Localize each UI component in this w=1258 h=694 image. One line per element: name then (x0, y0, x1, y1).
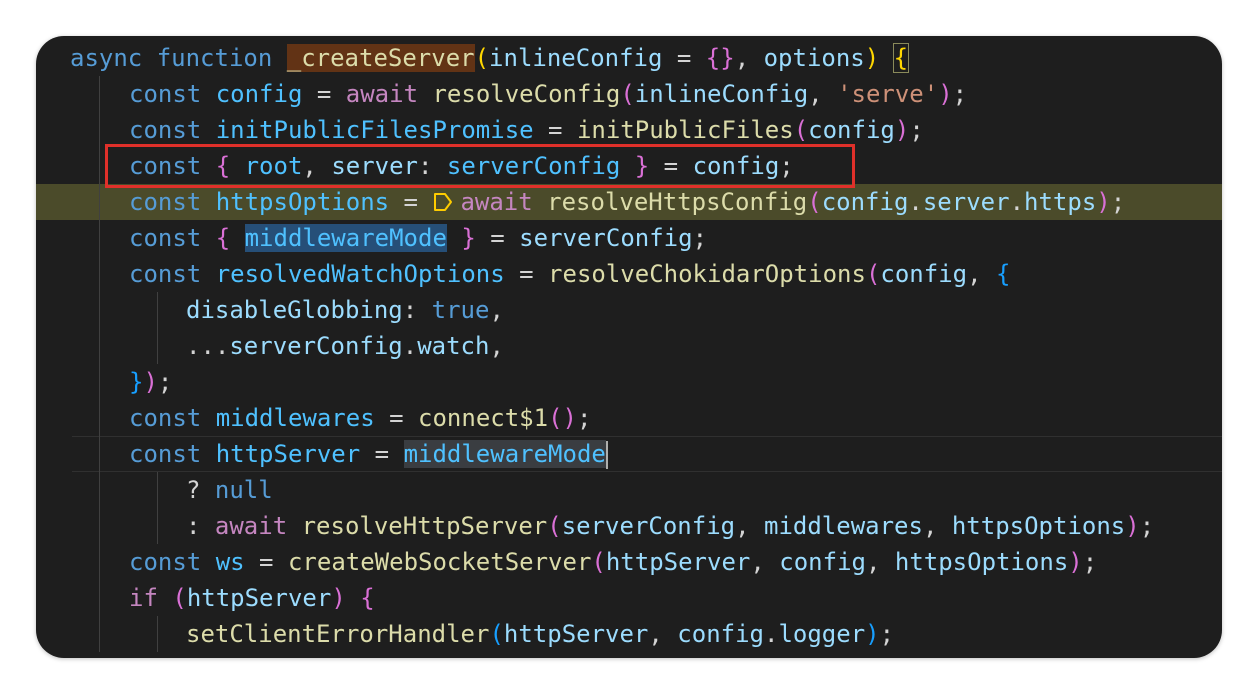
keyword-function: function (156, 44, 273, 72)
code-line-8[interactable]: disableGlobbing: true, (36, 292, 1222, 328)
code-line-16[interactable]: if (httpServer) { (36, 580, 1222, 616)
code-line-13[interactable]: ? null (36, 472, 1222, 508)
code-line-1[interactable]: async function _createServer(inlineConfi… (36, 40, 1222, 76)
code-line-15[interactable]: const ws = createWebSocketServer(httpSer… (36, 544, 1222, 580)
code-line-3[interactable]: const initPublicFilesPromise = initPubli… (36, 112, 1222, 148)
code-line-12-cursor[interactable]: const httpServer = middlewareMode (36, 436, 1222, 472)
text-cursor (605, 441, 608, 469)
code-area[interactable]: async function _createServer(inlineConfi… (36, 40, 1222, 652)
code-line-9[interactable]: ...serverConfig.watch, (36, 328, 1222, 364)
param-inlineconfig: inlineConfig (489, 44, 663, 72)
code-line-5-debug-current[interactable]: const httpsOptions = await resolveHttpsC… (36, 184, 1222, 220)
selected-text: middlewareMode (403, 440, 606, 468)
code-line-2[interactable]: const config = await resolveConfig(inlin… (36, 76, 1222, 112)
matching-brace: { (892, 43, 910, 73)
code-line-14[interactable]: : await resolveHttpServer(serverConfig, … (36, 508, 1222, 544)
function-name-highlighted[interactable]: _createServer (286, 44, 475, 72)
code-line-10[interactable]: }); (36, 364, 1222, 400)
inline-breakpoint-icon[interactable] (432, 191, 454, 213)
code-line-11[interactable]: const middlewares = connect$1(); (36, 400, 1222, 436)
selected-occurrence: middlewareMode (244, 224, 447, 252)
code-line-6[interactable]: const { middlewareMode } = serverConfig; (36, 220, 1222, 256)
code-line-17[interactable]: setClientErrorHandler(httpServer, config… (36, 616, 1222, 652)
code-editor[interactable]: async function _createServer(inlineConfi… (36, 36, 1222, 658)
param-options: options (763, 44, 865, 72)
keyword-async: async (70, 44, 143, 72)
code-line-7[interactable]: const resolvedWatchOptions = resolveChok… (36, 256, 1222, 292)
code-line-4[interactable]: const { root, server: serverConfig } = c… (36, 148, 1222, 184)
